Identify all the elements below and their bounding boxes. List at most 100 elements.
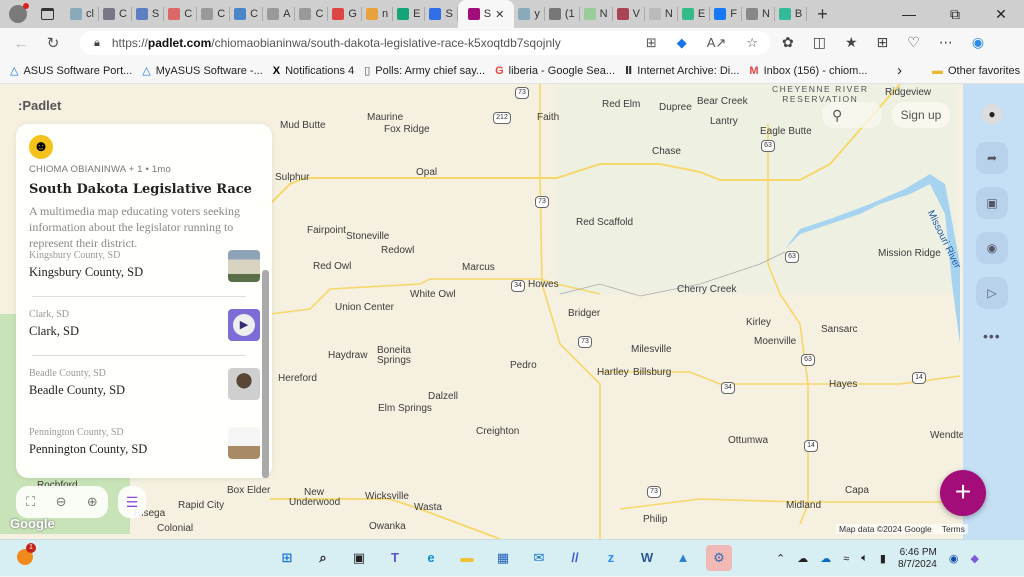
tab[interactable]: E [678,7,711,21]
url-input[interactable]: 🔒︎ https://padlet.com/chiomaobianinwa/so… [80,31,770,55]
panel-scrollbar[interactable] [262,270,269,478]
onedrive-business-icon[interactable]: ☁ [820,552,831,565]
onedrive-icon[interactable]: ☁ [797,552,808,565]
show-hidden-icons[interactable]: ⌃ [776,552,785,565]
photos-icon[interactable]: ▲ [670,545,696,571]
tab[interactable]: G [328,7,362,21]
tab[interactable]: C [295,7,329,21]
favorites-icon[interactable]: ★ [845,34,858,51]
bookmark-item[interactable]: △ MyASUS Software -... [142,64,262,78]
tab[interactable]: N [742,7,775,21]
zoom-icon[interactable]: z [598,545,624,571]
tab[interactable]: cl [66,7,99,21]
zoom-out-icon[interactable]: ⊖ [56,494,67,510]
copilot-taskbar-icon[interactable]: ◆ [970,552,978,565]
split-screen-icon[interactable]: ◫ [813,34,826,51]
edge-icon[interactable]: e [418,545,444,571]
tab[interactable]: C [197,7,231,21]
tab[interactable]: A [263,7,296,21]
more-favorites-chevron-icon[interactable]: › [897,62,902,79]
slideshow-button[interactable]: ▷ [976,277,1008,309]
new-tab-button[interactable]: + [817,4,828,25]
tab[interactable]: V [613,7,645,21]
teams-icon[interactable]: T [382,545,408,571]
volume-icon[interactable]: 🔈︎ [861,552,868,565]
sign-up-button[interactable]: Sign up [892,102,950,128]
bookmark-item[interactable]: Ⅱ Internet Archive: Di... [625,64,739,78]
share-button[interactable]: ➦ [976,142,1008,174]
browser-essentials-icon[interactable]: ♡ [907,34,920,51]
close-window-button[interactable]: ✕ [978,6,1024,23]
settings-icon[interactable]: ⚙ [706,545,732,571]
remake-button[interactable]: ▣ [976,187,1008,219]
file-explorer-icon[interactable]: ▬ [454,545,480,571]
windows-start-icon[interactable]: ⊞ [274,545,300,571]
post-thumbnail[interactable] [228,250,260,282]
clock[interactable]: 6:46 PM 8/7/2024 [898,547,937,571]
add-post-button[interactable]: + [940,470,986,516]
workspaces-icon[interactable] [41,8,54,20]
padlet-logo[interactable]: :Padlet [18,98,61,113]
author-meta[interactable]: CHIOMA OBIANINWA + 1 • 1mo [29,164,171,175]
tab[interactable]: S [425,7,458,21]
tab[interactable]: (1 [545,7,580,21]
list-view-button[interactable]: ☰ [118,486,146,518]
mail-icon[interactable]: ✉ [526,545,552,571]
word-icon[interactable]: W [634,545,660,571]
lock-icon[interactable]: 🔒︎ [94,37,100,50]
search-button[interactable]: ⚲ [822,102,882,128]
tab[interactable]: n [362,7,394,21]
fullscreen-icon[interactable]: ⛶ [26,494,35,510]
battery-icon[interactable]: ▮ [880,552,886,565]
terms-link[interactable]: Terms [942,524,965,534]
tab[interactable]: S ✕ [457,0,515,28]
tab[interactable]: N [580,7,613,21]
tab[interactable]: C [230,7,264,21]
post-thumbnail[interactable] [228,427,260,459]
bookmark-item[interactable]: △ ASUS Software Port... [10,64,132,78]
tab[interactable]: E [393,7,426,21]
store-icon[interactable]: ▦ [490,545,516,571]
tab[interactable]: N [645,7,678,21]
collections-icon[interactable]: ⊞ [877,34,889,51]
more-options-icon[interactable]: ••• [983,328,1001,344]
tab[interactable]: F [710,7,742,21]
app-available-icon[interactable]: ⊞ [646,35,657,51]
video-thumbnail[interactable]: ▶ [228,309,260,341]
bookmark-item[interactable]: Gliberia - Google Sea... [495,65,615,77]
zoom-in-icon[interactable]: ⊕ [87,494,98,510]
favorite-star-icon[interactable]: ☆ [746,35,758,51]
coupon-tag-icon[interactable]: ◆ [677,35,687,51]
post-card[interactable]: Beadle County, SD Beadle County, SD [29,368,260,416]
wifi-icon[interactable]: ≈ [843,553,849,565]
tab[interactable]: B [775,7,808,21]
notification-bell-icon[interactable]: ◉ [949,552,959,565]
post-card[interactable]: Kingsbury County, SD Kingsbury County, SD [29,250,260,298]
user-avatar[interactable]: ● [982,104,1002,124]
close-tab-icon[interactable]: ✕ [495,8,504,21]
back-button[interactable]: ← [10,35,32,52]
post-card[interactable]: Pennington County, SD Pennington County, … [29,427,260,475]
more-menu-icon[interactable]: ⋯ [939,34,953,51]
tab[interactable]: C [164,7,198,21]
tab[interactable]: y [514,7,545,21]
search-icon[interactable]: ⌕ [310,545,336,571]
task-view-icon[interactable]: ▣ [346,545,372,571]
bookmark-item[interactable]: ▯ Polls: Army chief say... [364,64,485,78]
minimize-button[interactable]: — [886,6,932,22]
vs-icon[interactable]: // [562,545,588,571]
bookmark-item[interactable]: M Inbox (156) - chiom... [749,65,867,77]
refresh-button[interactable]: ↻ [42,34,64,52]
other-favorites-folder[interactable]: ▬ Other favorites [932,65,1020,77]
read-aloud-icon[interactable]: A↗ [707,35,727,51]
post-thumbnail[interactable] [228,368,260,400]
tab[interactable]: S [132,7,165,21]
tab[interactable]: C [99,7,132,21]
notifications-button[interactable]: ◉ [976,232,1008,264]
restore-button[interactable]: ⧉ [932,6,978,23]
copilot-icon[interactable]: ◉ [972,34,984,51]
bookmark-item[interactable]: X Notifications 4 [273,65,354,77]
profile-avatar[interactable] [9,3,29,23]
post-card[interactable]: Clark, SD Clark, SD ▶ [29,309,260,357]
extensions-icon[interactable]: ✿ [782,34,794,51]
